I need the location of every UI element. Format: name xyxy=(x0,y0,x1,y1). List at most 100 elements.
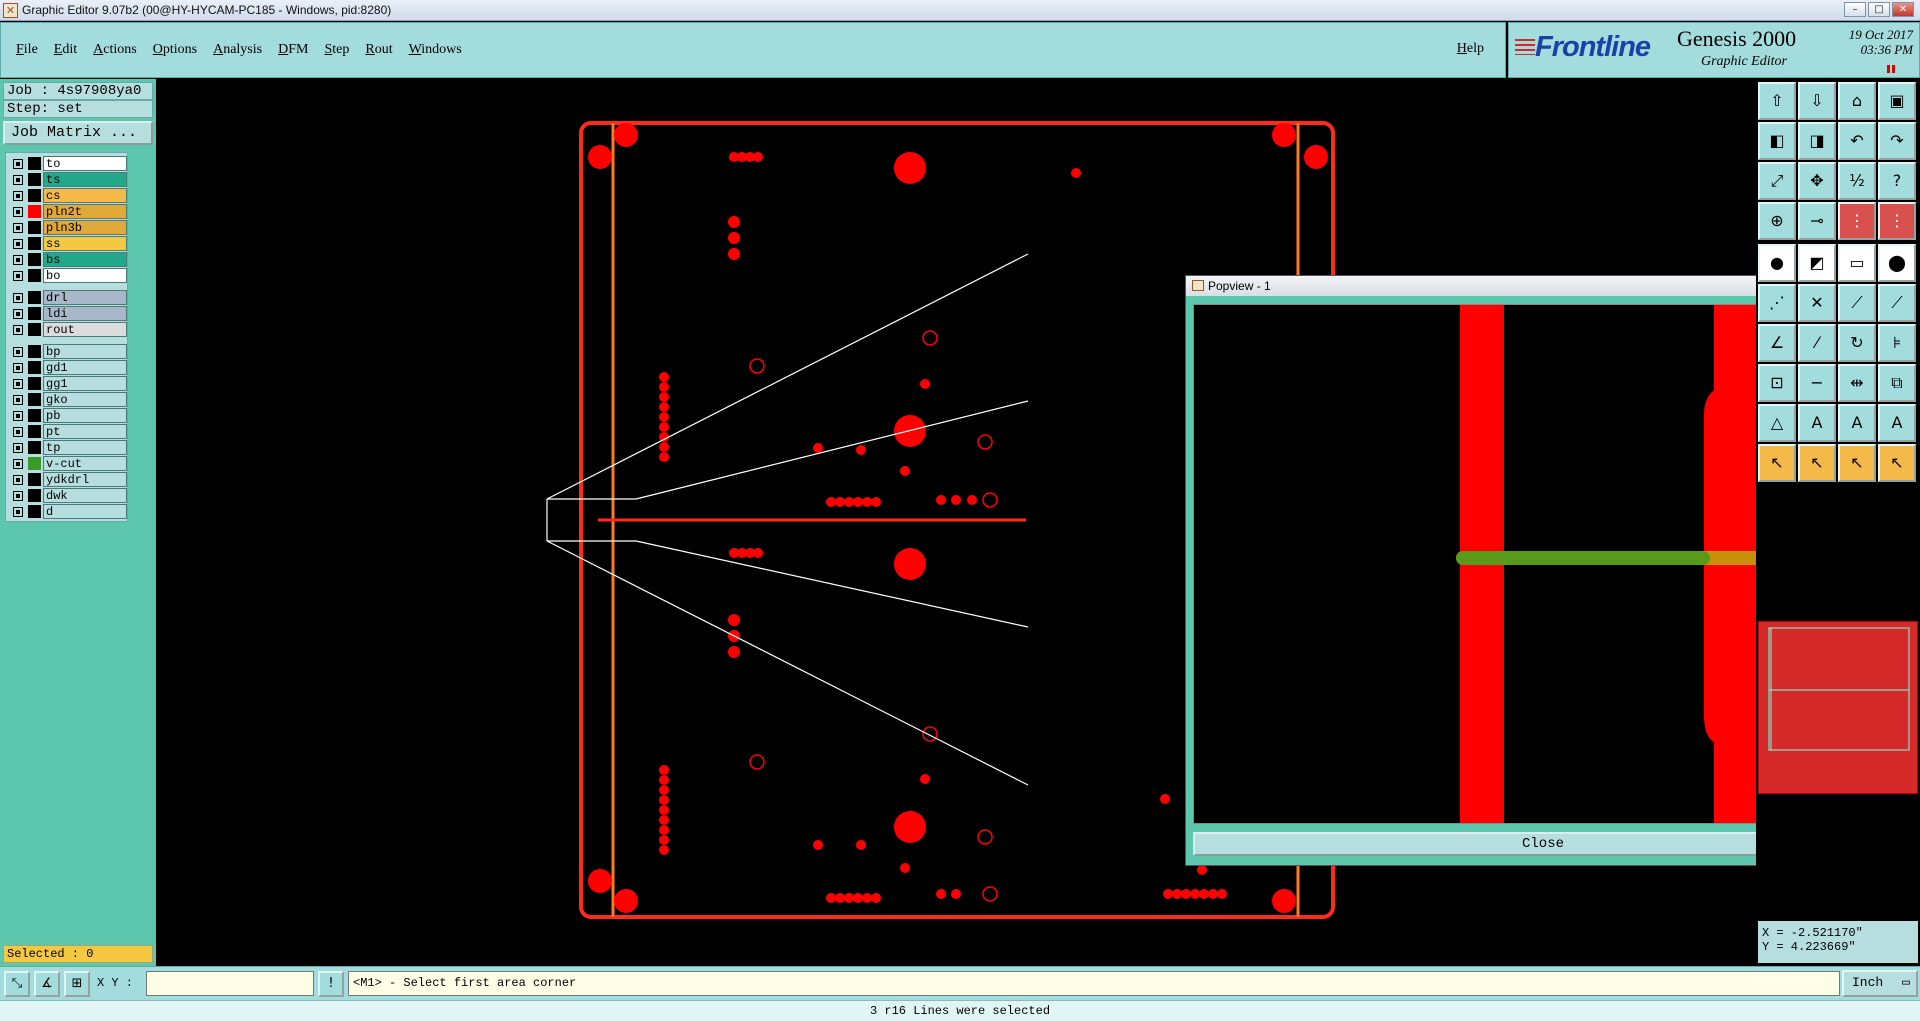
copy-icon[interactable]: ⧉ xyxy=(1878,364,1916,402)
layer-color-swatch[interactable] xyxy=(28,291,41,304)
layer-checkbox[interactable] xyxy=(13,427,23,437)
layer-name[interactable]: drl xyxy=(43,290,127,305)
alert-icon[interactable]: ! xyxy=(318,971,344,997)
layer-name[interactable]: pln2t xyxy=(43,204,127,219)
grid-icon[interactable]: ⊞ xyxy=(64,971,90,997)
layer-row[interactable]: pln2t xyxy=(8,204,127,219)
layer-name[interactable]: ldi xyxy=(43,306,127,321)
select-net-icon[interactable]: ↖ xyxy=(1878,444,1916,482)
zoom-angle-icon[interactable]: ∡ xyxy=(34,971,60,997)
layer-name[interactable]: dwk xyxy=(43,488,127,503)
layer-checkbox[interactable] xyxy=(13,293,23,303)
layer-checkbox[interactable] xyxy=(13,255,23,265)
layer-display-icon[interactable]: ⋮ xyxy=(1838,202,1876,240)
layer-color-swatch[interactable] xyxy=(28,237,41,250)
redo-icon[interactable]: ↷ xyxy=(1878,122,1916,160)
layer-row[interactable]: bp xyxy=(8,344,127,359)
triangle-icon[interactable]: △ xyxy=(1758,404,1796,442)
layer-row[interactable]: cs xyxy=(8,188,127,203)
layer-color-swatch[interactable] xyxy=(28,361,41,374)
menu-analysis[interactable]: Analysis xyxy=(213,42,262,58)
layer-checkbox[interactable] xyxy=(13,475,23,485)
layer-color-swatch[interactable] xyxy=(28,269,41,282)
slash-icon[interactable]: ⁄ xyxy=(1798,324,1836,362)
open-step-icon[interactable]: ⇧ xyxy=(1758,82,1796,120)
layer-checkbox[interactable] xyxy=(13,309,23,319)
menu-actions[interactable]: Actions xyxy=(93,42,137,58)
maximize-icon[interactable]: □ xyxy=(1868,2,1890,17)
layer-checkbox[interactable] xyxy=(13,411,23,421)
layer-color-swatch[interactable] xyxy=(28,205,41,218)
zoom-center-icon[interactable]: ✥ xyxy=(1798,162,1836,200)
pan-right-icon[interactable]: ◨ xyxy=(1798,122,1836,160)
layer-name[interactable]: ydkdrl xyxy=(43,472,127,487)
save-icon[interactable]: ⇩ xyxy=(1798,82,1836,120)
node-icon[interactable]: ⟋ xyxy=(1838,284,1876,322)
layer-name[interactable]: cs xyxy=(43,188,127,203)
layer-name[interactable]: bs xyxy=(43,252,127,267)
layer-color-swatch[interactable] xyxy=(28,489,41,502)
layer-row[interactable]: bo xyxy=(8,268,127,283)
layer-color-swatch[interactable] xyxy=(28,505,41,518)
job-matrix-button[interactable]: Job Matrix ... xyxy=(3,121,153,145)
popview-close-button[interactable]: Close xyxy=(1193,832,1756,856)
select-icon[interactable]: ↖ xyxy=(1758,444,1796,482)
layer-row[interactable]: tp xyxy=(8,440,127,455)
move-icon[interactable]: ⇹ xyxy=(1838,364,1876,402)
measure-icon[interactable]: ▭ xyxy=(1838,244,1876,282)
layer-checkbox[interactable] xyxy=(13,239,23,249)
menu-help[interactable]: Help xyxy=(1457,41,1484,57)
layer-name[interactable]: gko xyxy=(43,392,127,407)
layer-name[interactable]: tp xyxy=(43,440,127,455)
layer-name[interactable]: gd1 xyxy=(43,360,127,375)
menu-windows[interactable]: Windows xyxy=(409,42,462,58)
menu-dfm[interactable]: DFM xyxy=(278,42,308,58)
layer-name[interactable]: ts xyxy=(43,172,127,187)
line-icon[interactable]: ∠ xyxy=(1758,324,1796,362)
layer-checkbox[interactable] xyxy=(13,191,23,201)
layer-row[interactable]: d xyxy=(8,504,127,519)
scale-icon[interactable]: ½ xyxy=(1838,162,1876,200)
menu-rout[interactable]: Rout xyxy=(365,42,392,58)
layer-checkbox[interactable] xyxy=(13,325,23,335)
probe-icon[interactable]: ⊸ xyxy=(1798,202,1836,240)
select-add-icon[interactable]: ↖ xyxy=(1798,444,1836,482)
layer-row[interactable]: ldi xyxy=(8,306,127,321)
layer-color-swatch[interactable] xyxy=(28,393,41,406)
zoom-fit-icon[interactable]: ⤢ xyxy=(1758,162,1796,200)
layer-select-icon[interactable]: ⋮ xyxy=(1878,202,1916,240)
window-icon[interactable]: ▣ xyxy=(1878,82,1916,120)
snap-icon[interactable]: ⊕ xyxy=(1758,202,1796,240)
layer-row[interactable]: ss xyxy=(8,236,127,251)
layer-color-swatch[interactable] xyxy=(28,409,41,422)
layer-checkbox[interactable] xyxy=(13,271,23,281)
text-a-icon[interactable]: A xyxy=(1798,404,1836,442)
menu-step[interactable]: Step xyxy=(324,42,349,58)
minus-icon[interactable]: − xyxy=(1798,364,1836,402)
layer-name[interactable]: rout xyxy=(43,322,127,337)
layer-name[interactable]: pt xyxy=(43,424,127,439)
arc-icon[interactable]: ↻ xyxy=(1838,324,1876,362)
layer-row[interactable]: v-cut xyxy=(8,456,127,471)
layer-color-swatch[interactable] xyxy=(28,157,41,170)
layer-color-swatch[interactable] xyxy=(28,173,41,186)
layer-checkbox[interactable] xyxy=(13,347,23,357)
layer-row[interactable]: bs xyxy=(8,252,127,267)
layer-checkbox[interactable] xyxy=(13,443,23,453)
layer-color-swatch[interactable] xyxy=(28,457,41,470)
graphic-canvas[interactable]: Popview - 1 ✕ ⌂ ↑ ↓ ← → ⤢ ⊞ Close xyxy=(156,79,1756,966)
undo-icon[interactable]: ↶ xyxy=(1838,122,1876,160)
text-a-frame-icon[interactable]: A xyxy=(1878,404,1916,442)
layer-row[interactable]: dwk xyxy=(8,488,127,503)
surface-icon[interactable]: ◩ xyxy=(1798,244,1836,282)
layer-checkbox[interactable] xyxy=(13,491,23,501)
connect-icon[interactable]: ⋰ xyxy=(1758,284,1796,322)
unit-select[interactable]: Inch ▭ xyxy=(1842,970,1918,997)
layer-row[interactable]: ts xyxy=(8,172,127,187)
layer-color-swatch[interactable] xyxy=(28,323,41,336)
layer-color-swatch[interactable] xyxy=(28,345,41,358)
layer-color-swatch[interactable] xyxy=(28,221,41,234)
layer-row[interactable]: gko xyxy=(8,392,127,407)
overview-map[interactable] xyxy=(1758,621,1918,794)
layer-checkbox[interactable] xyxy=(13,507,23,517)
